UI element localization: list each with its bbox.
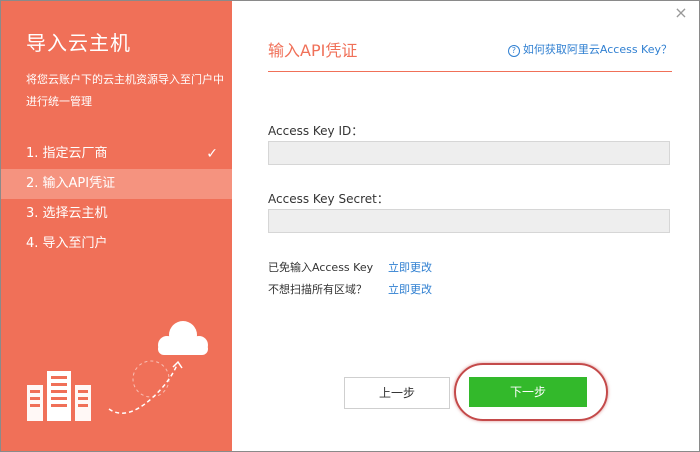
check-icon: ✓: [206, 146, 218, 162]
content-header: 输入API凭证 ? 如何获取阿里云Access Key？: [268, 37, 672, 72]
wizard-steps: 1. 指定云厂商 ✓ 2. 输入API凭证 3. 选择云主机 4. 导入至门户: [1, 139, 232, 259]
step-label: 4. 导入至门户: [26, 236, 108, 251]
server-rack-icon: [27, 371, 91, 421]
wizard-sidebar: 导入云主机 将您云账户下的云主机资源导入至门户中进行统一管理 1. 指定云厂商 …: [1, 1, 232, 451]
step-specify-vendor: 1. 指定云厂商 ✓: [1, 139, 232, 169]
sidebar-description: 将您云账户下的云主机资源导入至门户中进行统一管理: [26, 73, 224, 108]
main-content: 输入API凭证 ? 如何获取阿里云Access Key？ Access Key I…: [232, 1, 699, 451]
step-label: 2. 输入API凭证: [26, 176, 116, 191]
cloud-icon: [158, 321, 208, 355]
access-key-secret-label: Access Key Secret：: [268, 192, 389, 206]
question-circle-icon: ?: [507, 45, 520, 57]
access-key-secret-input[interactable]: [268, 209, 670, 233]
change-region-link[interactable]: 立即更改: [388, 283, 432, 296]
server-cloud-illustration: [27, 321, 208, 421]
step-label: 3. 选择云主机: [26, 206, 108, 221]
page-title: 输入API凭证: [268, 41, 358, 60]
import-dialog: 导入云主机 将您云账户下的云主机资源导入至门户中进行统一管理 1. 指定云厂商 …: [0, 0, 700, 452]
region-option-row: 不想扫描所有区域？ 立即更改: [268, 281, 432, 297]
next-step-button[interactable]: 下一步: [469, 377, 587, 407]
help-link-text: 如何获取阿里云Access Key？: [522, 43, 672, 56]
upload-path-icon: [108, 364, 178, 414]
change-access-key-link[interactable]: 立即更改: [388, 261, 432, 274]
access-key-id-input[interactable]: [268, 141, 670, 165]
step-enter-api-credentials: 2. 输入API凭证: [1, 169, 232, 199]
access-key-option-label: 已免输入Access Key: [268, 261, 374, 274]
step-import-to-portal: 4. 导入至门户: [1, 229, 232, 259]
access-key-id-label: Access Key ID：: [268, 124, 364, 138]
access-key-option-row: 已免输入Access Key 立即更改: [268, 259, 432, 275]
region-option-label: 不想扫描所有区域？: [268, 283, 367, 296]
help-link[interactable]: ? 如何获取阿里云Access Key？: [507, 41, 672, 57]
sidebar-title: 导入云主机: [26, 31, 131, 55]
step-label: 1. 指定云厂商: [26, 146, 108, 161]
step-select-hosts: 3. 选择云主机: [1, 199, 232, 229]
previous-step-button[interactable]: 上一步: [344, 377, 450, 409]
